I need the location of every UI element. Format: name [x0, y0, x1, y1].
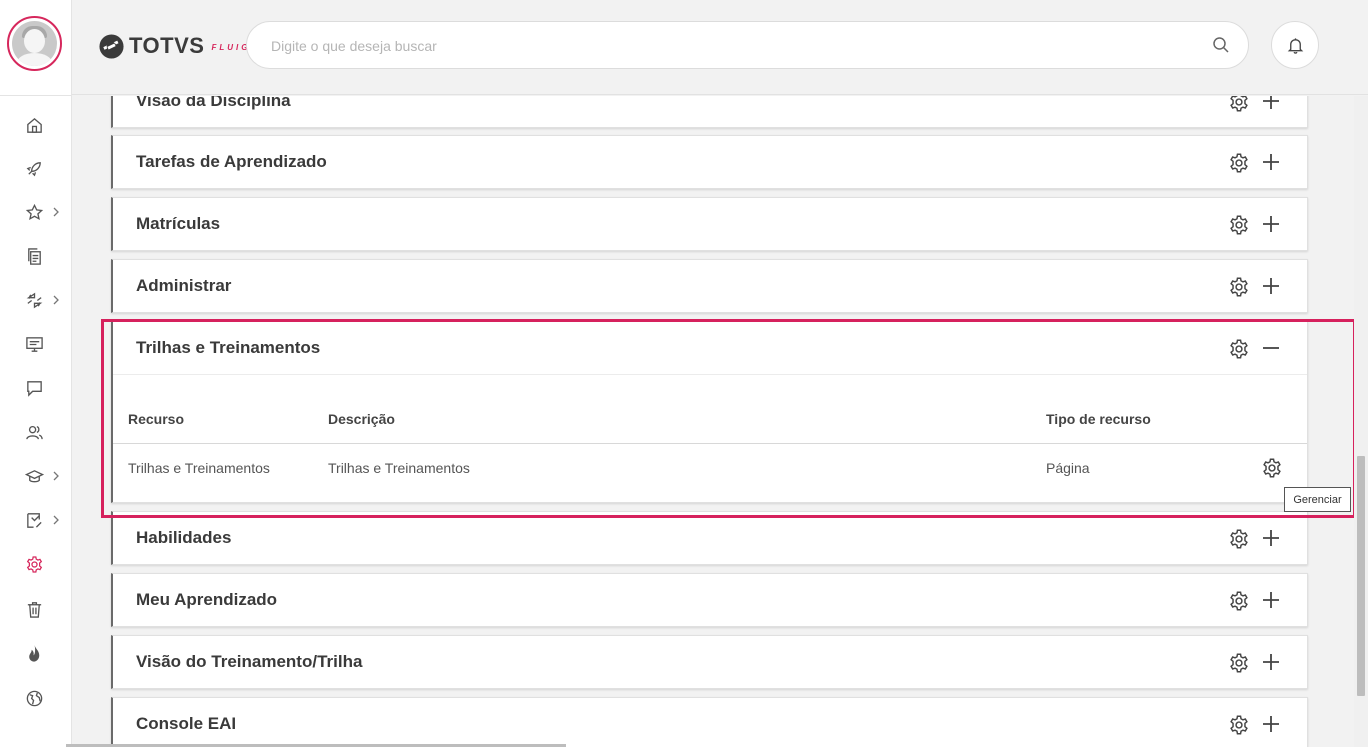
- panel-title: Visão da Disciplina: [136, 96, 291, 110]
- sidebar-divider: [0, 95, 72, 96]
- panel-header[interactable]: Visão do Treinamento/Trilha: [113, 636, 1307, 688]
- gear-icon[interactable]: [1228, 276, 1250, 298]
- panel-trilhas-treinamentos: Trilhas e Treinamentos Recurso Descrição…: [111, 321, 1308, 503]
- search-icon[interactable]: [1212, 36, 1230, 54]
- gear-icon[interactable]: [1228, 338, 1250, 360]
- panel-meu-aprendizado: Meu Aprendizado: [111, 573, 1308, 627]
- flame-icon[interactable]: [24, 643, 44, 663]
- panel-tarefas-aprendizado: Tarefas de Aprendizado: [111, 135, 1308, 189]
- presentation-icon[interactable]: [24, 334, 44, 354]
- expand-plus-icon[interactable]: [1261, 528, 1281, 548]
- panel-title: Meu Aprendizado: [136, 590, 278, 609]
- workflow-icon[interactable]: [24, 290, 44, 310]
- resources-table: Recurso Descrição Tipo de recurso Trilha…: [113, 374, 1307, 502]
- tooltip-gerenciar: Gerenciar: [1284, 487, 1351, 512]
- gear-icon[interactable]: [1228, 590, 1250, 612]
- task-icon[interactable]: [24, 510, 44, 530]
- table-row: Trilhas e Treinamentos Trilhas e Treinam…: [113, 444, 1307, 502]
- vertical-scrollbar[interactable]: [1354, 96, 1368, 747]
- column-header-descricao: Descrição: [328, 411, 395, 427]
- manage-gear-icon[interactable]: [1261, 457, 1283, 479]
- totvs-fluig-logo[interactable]: TOTVS FLUIG: [98, 32, 250, 60]
- cell-tipo-recurso: Página: [1046, 460, 1090, 476]
- chevron-right-icon: [52, 293, 62, 305]
- column-header-tipo-recurso: Tipo de recurso: [1046, 411, 1151, 427]
- panel-header[interactable]: Console EAI: [113, 698, 1307, 747]
- panel-title: Matrículas: [136, 214, 221, 233]
- expand-plus-icon[interactable]: [1261, 96, 1281, 111]
- rocket-icon[interactable]: [24, 158, 44, 178]
- notifications-button[interactable]: [1271, 21, 1319, 69]
- star-icon[interactable]: [24, 202, 44, 222]
- users-icon[interactable]: [24, 422, 44, 442]
- collapse-minus-icon[interactable]: [1261, 338, 1281, 358]
- gear-icon[interactable]: [1228, 528, 1250, 550]
- panel-title: Trilhas e Treinamentos: [136, 338, 321, 357]
- home-icon[interactable]: [24, 115, 44, 135]
- main-content: Visão da Disciplina Tarefas de Aprendiza…: [72, 96, 1354, 747]
- panel-console-eai: Console EAI: [111, 697, 1308, 747]
- panel-matriculas: Matrículas: [111, 197, 1308, 251]
- expand-plus-icon[interactable]: [1261, 590, 1281, 610]
- documents-icon[interactable]: [24, 246, 44, 266]
- totvs-logo-icon: [99, 33, 124, 59]
- trash-icon[interactable]: [24, 599, 44, 619]
- expand-plus-icon[interactable]: [1261, 214, 1281, 234]
- panel-header[interactable]: Meu Aprendizado: [113, 574, 1307, 626]
- panel-visao-disciplina: Visão da Disciplina: [111, 96, 1308, 128]
- panel-header[interactable]: Habilidades: [113, 512, 1307, 564]
- logo-text: TOTVS: [129, 33, 205, 58]
- search-bar: [246, 21, 1249, 69]
- chevron-right-icon: [52, 513, 62, 525]
- chevron-right-icon: [52, 469, 62, 481]
- panel-header[interactable]: Administrar: [113, 260, 1307, 312]
- gear-icon[interactable]: [1228, 214, 1250, 236]
- gear-icon[interactable]: [1228, 714, 1250, 736]
- top-header: TOTVS FLUIG: [72, 0, 1368, 95]
- panel-title: Administrar: [136, 276, 232, 295]
- expand-plus-icon[interactable]: [1261, 714, 1281, 734]
- expand-plus-icon[interactable]: [1261, 276, 1281, 296]
- panel-visao-treinamento-trilha: Visão do Treinamento/Trilha: [111, 635, 1308, 689]
- column-header-recurso: Recurso: [128, 411, 185, 427]
- gear-icon[interactable]: [1228, 96, 1250, 113]
- panel-administrar: Administrar: [111, 259, 1308, 313]
- panel-header[interactable]: Visão da Disciplina: [113, 96, 1307, 127]
- chevron-right-icon: [52, 205, 62, 217]
- gear-icon[interactable]: [1228, 152, 1250, 174]
- cell-descricao: Trilhas e Treinamentos: [328, 460, 470, 476]
- panel-header[interactable]: Matrículas: [113, 198, 1307, 250]
- chat-icon[interactable]: [24, 378, 44, 398]
- gear-icon[interactable]: [24, 554, 44, 574]
- expand-plus-icon[interactable]: [1261, 652, 1281, 672]
- globe-icon[interactable]: [24, 688, 44, 708]
- left-sidebar: [0, 0, 72, 747]
- panel-header[interactable]: Trilhas e Treinamentos: [113, 322, 1307, 374]
- panel-title: Habilidades: [136, 528, 232, 547]
- avatar-image: [12, 21, 57, 66]
- bell-icon: [1287, 37, 1303, 54]
- logo-subtext: FLUIG: [211, 42, 251, 52]
- cell-recurso: Trilhas e Treinamentos: [128, 460, 270, 476]
- panel-habilidades: Habilidades: [111, 511, 1308, 565]
- panel-title: Visão do Treinamento/Trilha: [136, 652, 363, 671]
- table-header-row: Recurso Descrição Tipo de recurso: [113, 375, 1307, 444]
- graduation-cap-icon[interactable]: [24, 466, 44, 486]
- panel-title: Tarefas de Aprendizado: [136, 152, 327, 171]
- expand-plus-icon[interactable]: [1261, 152, 1281, 172]
- search-input[interactable]: [271, 36, 1171, 56]
- panel-title: Console EAI: [136, 714, 237, 733]
- gear-icon[interactable]: [1228, 652, 1250, 674]
- panel-header[interactable]: Tarefas de Aprendizado: [113, 136, 1307, 188]
- scrollbar-thumb[interactable]: [1357, 456, 1365, 696]
- avatar[interactable]: [7, 16, 62, 71]
